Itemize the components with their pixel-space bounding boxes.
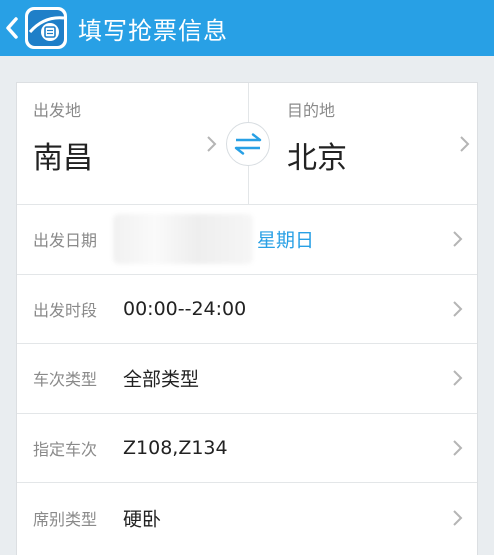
chevron-right-icon (453, 510, 463, 526)
chevron-right-icon (460, 136, 470, 152)
departure-date-label: 出发日期 (33, 231, 98, 251)
back-icon[interactable] (2, 0, 22, 56)
train-number-value: Z108,Z134 (123, 436, 228, 459)
seat-type-value: 硬卧 (123, 508, 162, 531)
chevron-right-icon (453, 370, 463, 386)
departure-time-row[interactable]: 出发时段 00:00--24:00 (17, 275, 477, 344)
departure-time-value: 00:00--24:00 (123, 297, 247, 320)
ticket-form-card: 出发地 南昌 目的地 北京 出发日期 星期日 出发时段 00:00--24:00… (16, 82, 478, 555)
app-header: 填写抢票信息 (0, 0, 494, 56)
train-number-row[interactable]: 指定车次 Z108,Z134 (17, 414, 477, 483)
train-type-row[interactable]: 车次类型 全部类型 (17, 344, 477, 414)
seat-type-label: 席别类型 (33, 509, 98, 529)
train-type-value: 全部类型 (123, 368, 200, 391)
chevron-right-icon (207, 136, 217, 152)
page-title: 填写抢票信息 (78, 16, 228, 45)
arrival-station[interactable]: 目的地 北京 (249, 83, 479, 205)
train-number-label: 指定车次 (33, 439, 98, 459)
swap-icon (234, 133, 262, 155)
route-selector: 出发地 南昌 目的地 北京 (17, 83, 477, 205)
departure-date-value-blurred (113, 214, 253, 265)
swap-stations-button[interactable] (226, 122, 270, 166)
arrival-city: 北京 (287, 141, 347, 176)
departure-label: 出发地 (33, 101, 82, 120)
chevron-right-icon (453, 440, 463, 456)
train-type-label: 车次类型 (33, 370, 98, 390)
departure-weekday: 星期日 (257, 229, 315, 252)
departure-city: 南昌 (33, 141, 93, 176)
departure-date-row[interactable]: 出发日期 星期日 (17, 205, 477, 275)
departure-time-label: 出发时段 (33, 300, 98, 320)
arrival-label: 目的地 (287, 101, 336, 120)
chevron-right-icon (453, 231, 463, 247)
departure-station[interactable]: 出发地 南昌 (17, 83, 248, 205)
seat-type-row[interactable]: 席别类型 硬卧 (17, 483, 477, 553)
chevron-right-icon (453, 301, 463, 317)
app-logo-icon[interactable] (24, 6, 68, 50)
